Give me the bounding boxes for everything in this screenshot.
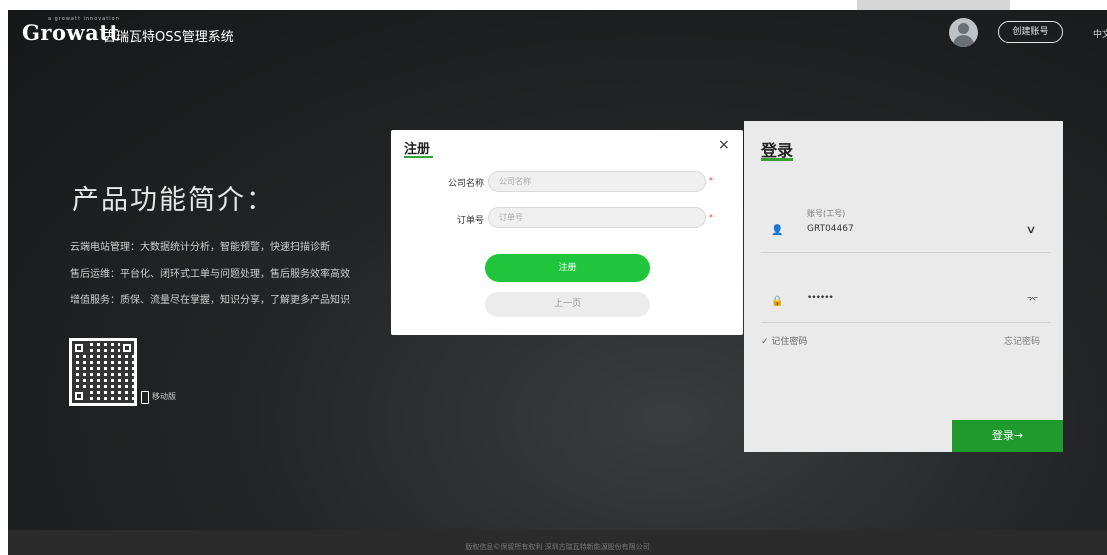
qr-code	[69, 338, 137, 406]
mobile-version-label: 移动版	[152, 392, 176, 401]
login-panel: 登录 账号(工号) 👤 GRT04467 ∨ 🔒 •••••• ⌤ ✓ 记住密码…	[744, 121, 1063, 452]
company-required-mark: *	[709, 176, 713, 185]
company-name-label: 公司名称	[447, 179, 484, 189]
order-number-input[interactable]: 订单号	[488, 207, 706, 228]
register-modal: 注册 × 公司名称 公司名称 * 订单号 订单号 * 注册 上一页	[391, 130, 743, 335]
company-name-input[interactable]: 公司名称	[488, 171, 706, 192]
forgot-password-link[interactable]: 忘记密码	[1004, 334, 1040, 347]
remember-password-label: 记住密码	[771, 337, 808, 347]
user-avatar-icon[interactable]	[949, 18, 978, 47]
intro-line-2: 售后运维：平台化、闭环式工单与问题处理，售后服务效率高效	[70, 269, 350, 280]
create-account-button[interactable]: 创建账号	[998, 21, 1063, 43]
app-window: Growatt a growatt innovation 古瑞瓦特OSS管理系统…	[8, 10, 1107, 555]
account-input[interactable]: GRT04467	[807, 224, 854, 234]
footer-copyright: 版权信息©保留所有权利 深圳古瑞瓦特新能源股份有限公司	[465, 543, 650, 551]
footer: 版权信息©保留所有权利 深圳古瑞瓦特新能源股份有限公司	[8, 530, 1107, 555]
user-icon: 👤	[771, 225, 784, 236]
order-required-mark: *	[709, 213, 713, 222]
account-divider	[761, 252, 1051, 253]
intro-line-1: 云端电站管理：大数据统计分析，智能预警，快速扫描诊断	[70, 242, 330, 253]
previous-page-button[interactable]: 上一页	[485, 292, 650, 317]
top-bar: Growatt a growatt innovation 古瑞瓦特OSS管理系统…	[8, 10, 1107, 55]
chevron-down-icon[interactable]: ∨	[1025, 223, 1036, 236]
mobile-phone-icon	[141, 391, 149, 404]
lock-icon: 🔒	[771, 296, 784, 307]
close-icon[interactable]: ×	[718, 137, 730, 153]
password-divider	[761, 322, 1051, 323]
remember-password-checkbox[interactable]: ✓ 记住密码	[761, 334, 807, 347]
login-button[interactable]: 登录→	[952, 420, 1063, 452]
password-input[interactable]: ••••••	[807, 293, 834, 303]
intro-title: 产品功能简介：	[72, 185, 275, 216]
register-modal-title: 注册	[404, 142, 431, 157]
language-switch[interactable]: 中文	[1093, 27, 1107, 40]
login-title-underline	[761, 158, 793, 161]
top-gray-tab	[857, 0, 1010, 10]
system-title: 古瑞瓦特OSS管理系统	[103, 30, 234, 45]
account-label: 账号(工号)	[807, 209, 846, 218]
order-number-label: 订单号	[456, 216, 484, 226]
register-title-underline	[404, 156, 433, 158]
eye-closed-icon[interactable]: ⌤	[1027, 295, 1039, 306]
logo-tagline: a growatt innovation	[48, 16, 120, 22]
register-submit-button[interactable]: 注册	[485, 254, 650, 282]
intro-line-3: 增值服务：质保、流量尽在掌握，知识分享，了解更多产品知识	[70, 295, 350, 306]
